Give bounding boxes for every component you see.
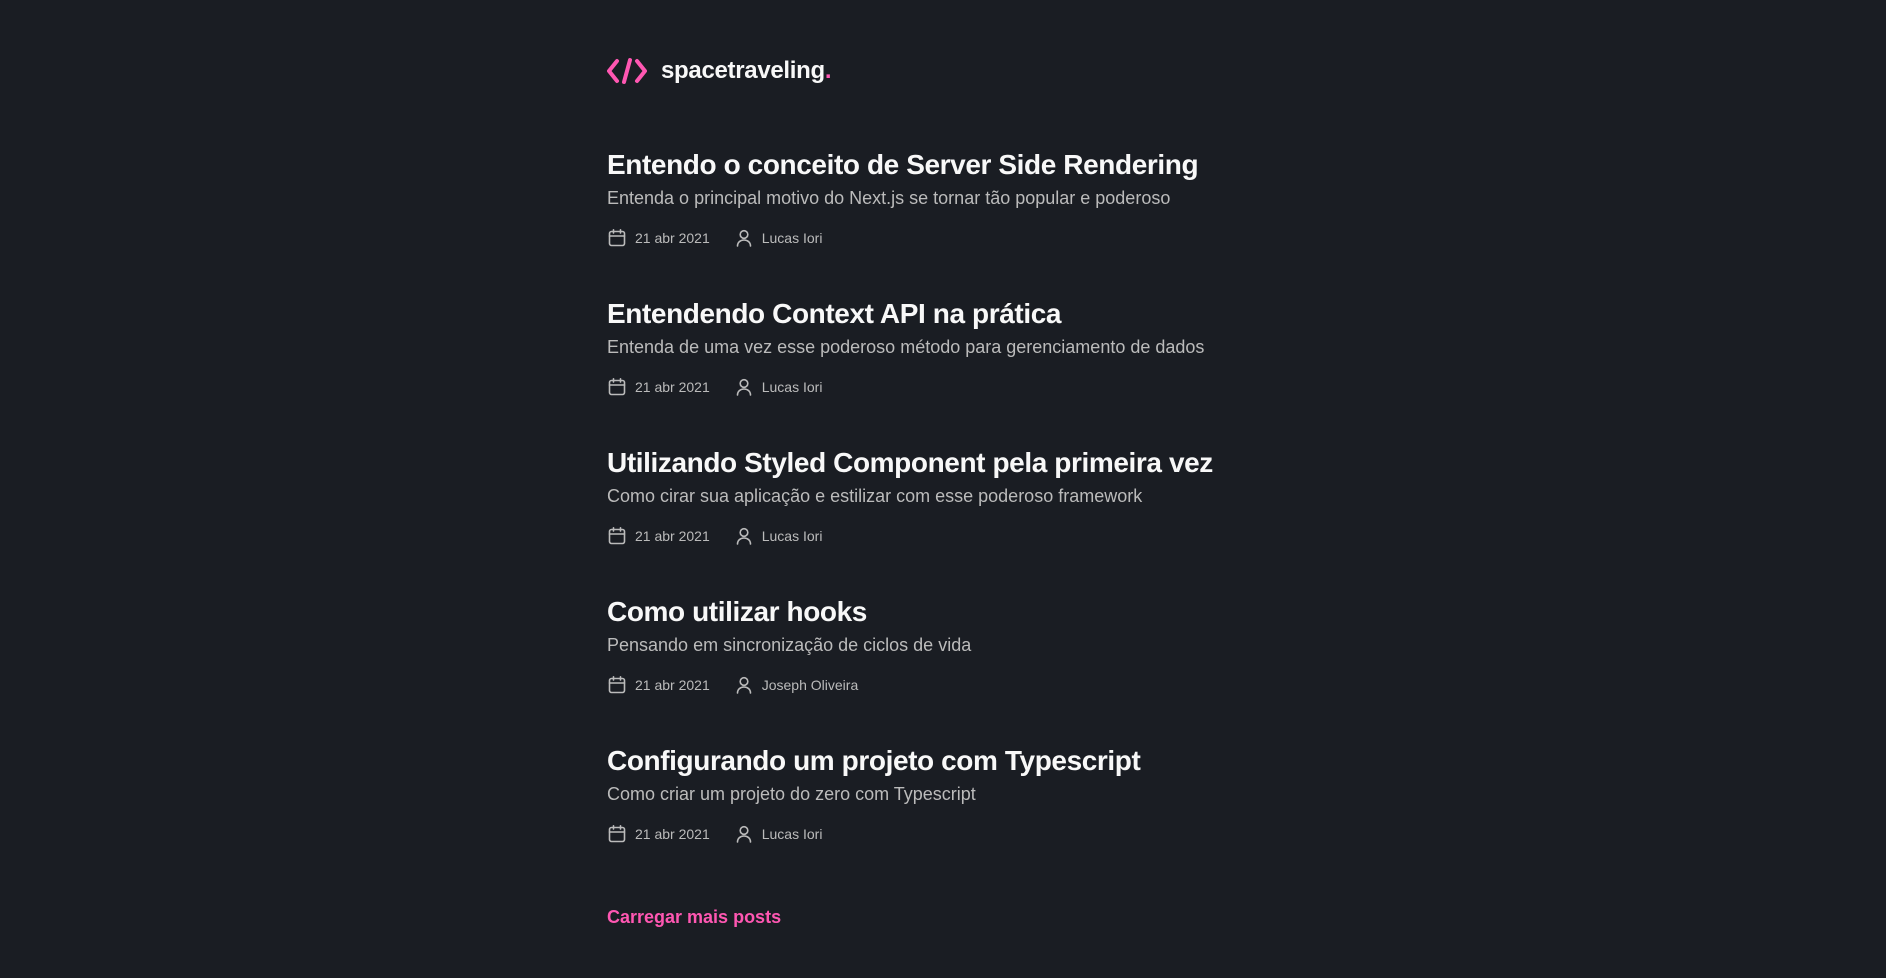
post-title[interactable]: Entendo o conceito de Server Side Render… xyxy=(607,148,1327,182)
post-date-text: 21 abr 2021 xyxy=(635,379,710,395)
post-author-text: Lucas Iori xyxy=(761,379,823,395)
post-meta: 21 abr 2021 Lucas Iori xyxy=(607,377,1327,397)
post-title[interactable]: Configurando um projeto com Typescript xyxy=(607,744,1327,778)
post-subtitle: Como cirar sua aplicação e estilizar com… xyxy=(607,486,1143,506)
post-meta: 21 abr 2021 Lucas Iori xyxy=(607,824,1327,844)
post-author: Lucas Iori xyxy=(734,228,823,248)
post-item[interactable]: Entendendo Context API na prática Entend… xyxy=(607,297,1327,397)
calendar-icon xyxy=(608,377,626,396)
post-date-text: 21 abr 2021 xyxy=(635,677,710,693)
site-logo[interactable]: spacetraveling. xyxy=(607,55,832,87)
user-icon xyxy=(736,229,752,247)
calendar-icon xyxy=(608,675,626,694)
post-author: Joseph Oliveira xyxy=(734,675,859,695)
post-item[interactable]: Entendo o conceito de Server Side Render… xyxy=(607,148,1327,248)
post-date-text: 21 abr 2021 xyxy=(635,528,710,544)
post-date: 21 abr 2021 xyxy=(607,675,710,695)
post-item[interactable]: Configurando um projeto com Typescript C… xyxy=(607,744,1327,844)
post-title[interactable]: Como utilizar hooks xyxy=(607,595,1327,629)
post-subtitle: Entenda o principal motivo do Next.js se… xyxy=(607,188,1171,208)
post-meta: 21 abr 2021 Lucas Iori xyxy=(607,526,1327,546)
user-icon xyxy=(736,527,752,545)
post-title[interactable]: Entendendo Context API na prática xyxy=(607,297,1327,331)
brand-name: spacetraveling. xyxy=(661,57,832,85)
post-date: 21 abr 2021 xyxy=(607,824,710,844)
post-author: Lucas Iori xyxy=(734,377,823,397)
calendar-icon xyxy=(608,526,626,545)
post-subtitle: Entenda de uma vez esse poderoso método … xyxy=(607,337,1205,357)
brand-name-text: spacetraveling xyxy=(661,57,825,84)
post-date: 21 abr 2021 xyxy=(607,377,710,397)
brand-dot: . xyxy=(824,57,832,84)
post-date: 21 abr 2021 xyxy=(607,228,710,248)
post-date: 21 abr 2021 xyxy=(607,526,710,546)
post-subtitle: Pensando em sincronização de ciclos de v… xyxy=(607,635,972,655)
post-author-text: Lucas Iori xyxy=(761,528,823,544)
post-date-text: 21 abr 2021 xyxy=(635,230,710,246)
user-icon xyxy=(736,378,752,396)
post-author: Lucas Iori xyxy=(734,526,823,546)
user-icon xyxy=(736,676,752,694)
load-more-button[interactable]: Carregar mais posts xyxy=(607,907,781,928)
post-author-text: Lucas Iori xyxy=(761,230,823,246)
post-date-text: 21 abr 2021 xyxy=(635,826,710,842)
calendar-icon xyxy=(608,824,626,843)
calendar-icon xyxy=(608,228,626,247)
post-meta: 21 abr 2021 Joseph Oliveira xyxy=(607,675,1327,695)
post-author-text: Lucas Iori xyxy=(761,826,823,842)
post-title[interactable]: Utilizando Styled Component pela primeir… xyxy=(607,446,1327,480)
post-item[interactable]: Utilizando Styled Component pela primeir… xyxy=(607,446,1327,546)
post-subtitle: Como criar um projeto do zero com Typesc… xyxy=(607,784,976,804)
post-meta: 21 abr 2021 Lucas Iori xyxy=(607,228,1327,248)
post-author-text: Joseph Oliveira xyxy=(761,677,859,693)
user-icon xyxy=(736,825,752,843)
post-author: Lucas Iori xyxy=(734,824,823,844)
post-item[interactable]: Como utilizar hooks Pensando em sincroni… xyxy=(607,595,1327,695)
code-brackets-icon xyxy=(607,58,647,84)
